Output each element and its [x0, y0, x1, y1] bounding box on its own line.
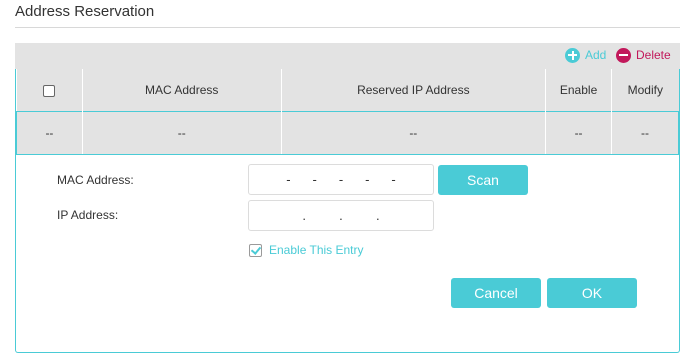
- mac-separator: -: [338, 172, 344, 187]
- ok-button[interactable]: OK: [547, 278, 637, 308]
- add-label: Add: [585, 48, 607, 62]
- delete-button[interactable]: Delete: [616, 44, 671, 66]
- cancel-button[interactable]: Cancel: [451, 278, 541, 308]
- column-header-enable: Enable: [545, 69, 612, 111]
- mac-address-label: MAC Address:: [57, 173, 134, 187]
- ip-separator: .: [375, 208, 380, 223]
- title-divider: [15, 27, 680, 28]
- table-toolbar: Add Delete: [15, 43, 680, 69]
- reservation-table: MAC Address Reserved IP Address Enable M…: [16, 69, 679, 155]
- section-title: Address Reservation: [15, 3, 155, 20]
- add-button[interactable]: Add: [565, 44, 606, 66]
- table-cell: --: [280, 110, 546, 155]
- select-all-checkbox[interactable]: [43, 84, 56, 97]
- column-header-mac: MAC Address: [81, 69, 282, 111]
- mac-separator: -: [391, 172, 396, 187]
- mac-separator: -: [286, 172, 291, 187]
- ip-address-input[interactable]: . . .: [248, 200, 434, 231]
- plus-circle-icon: [565, 47, 580, 63]
- column-header-ip: Reserved IP Address: [280, 69, 546, 111]
- table-header-row: MAC Address Reserved IP Address Enable M…: [16, 69, 679, 111]
- select-all-header: [16, 69, 83, 111]
- scan-button[interactable]: Scan: [438, 165, 528, 195]
- mac-separator: -: [365, 172, 370, 187]
- table-row: -- -- -- -- --: [16, 110, 679, 155]
- mac-separator: -: [312, 172, 317, 187]
- mac-address-input[interactable]: - - - - -: [248, 164, 434, 195]
- table-cell: --: [81, 110, 282, 155]
- enable-entry-checkbox[interactable]: [249, 243, 262, 257]
- table-cell: --: [611, 110, 679, 155]
- ip-separator: .: [302, 208, 306, 223]
- enable-entry-toggle[interactable]: Enable This Entry: [249, 243, 364, 257]
- enable-entry-label: Enable This Entry: [269, 243, 364, 257]
- minus-circle-icon: [616, 47, 631, 63]
- table-cell: --: [16, 110, 83, 155]
- ip-address-label: IP Address:: [57, 208, 119, 222]
- column-header-modify: Modify: [611, 69, 679, 111]
- table-cell: --: [545, 110, 612, 155]
- delete-label: Delete: [636, 48, 671, 62]
- ip-separator: .: [339, 208, 343, 223]
